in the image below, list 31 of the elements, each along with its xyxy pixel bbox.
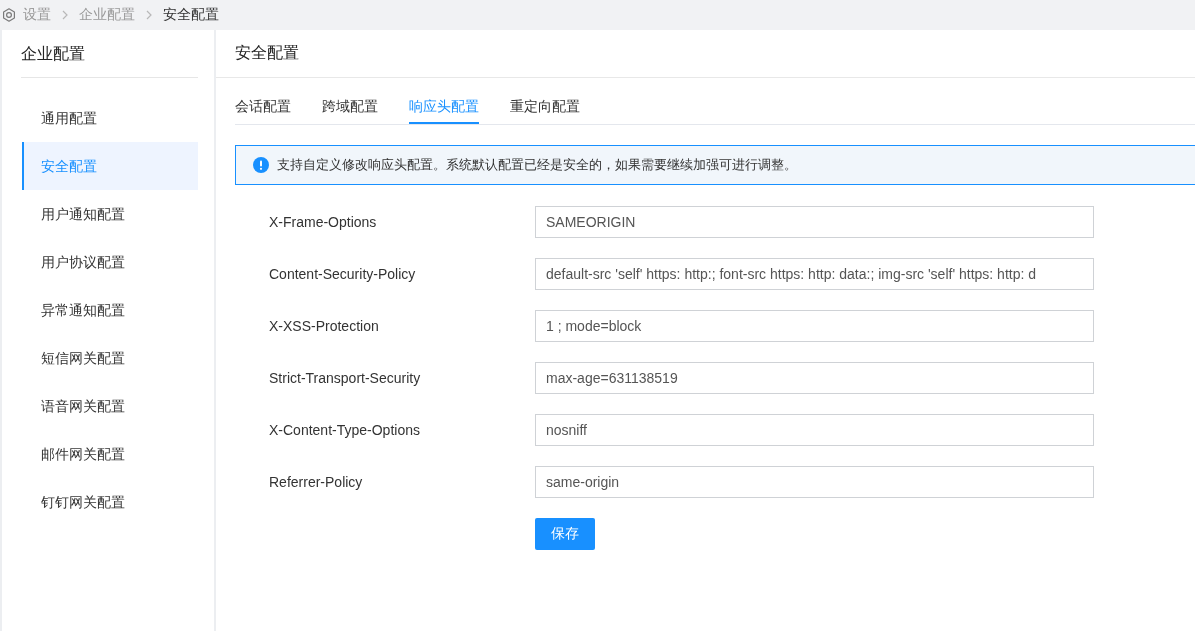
sidebar-item[interactable]: 用户协议配置 — [22, 238, 198, 286]
input-field[interactable]: max-age=631138519 — [535, 362, 1094, 394]
alert-message: 支持自定义修改响应头配置。系统默认配置已经是安全的，如果需要继续加强可进行调整。 — [277, 156, 797, 174]
sidebar-item[interactable]: 邮件网关配置 — [22, 430, 198, 478]
chevron-icon — [62, 10, 68, 20]
input-field[interactable]: nosniff — [535, 414, 1094, 446]
input-field[interactable]: default-src 'self' https: http:; font-src https: http: data:; img-src 'self' https: http: d — [535, 258, 1094, 290]
current-page-label: 安全配置 — [163, 6, 219, 24]
input-field[interactable]: 1 ; mode=block — [535, 310, 1094, 342]
field-label: X-Frame-Options — [269, 214, 378, 230]
field-label: X-Content-Type-Options — [269, 422, 421, 438]
sidebar-item[interactable]: 通用配置 — [22, 94, 198, 142]
tab[interactable]: 跨域配置 — [322, 90, 378, 124]
panel-title: 安全配置 — [235, 43, 299, 63]
info-icon — [253, 157, 269, 173]
field-label: X-XSS-Protection — [269, 318, 380, 334]
field-label: Content-Security-Policy — [269, 266, 417, 282]
input-field[interactable]: SAMEORIGIN — [535, 206, 1094, 238]
settings-icon — [2, 8, 16, 22]
tab[interactable]: 会话配置 — [235, 90, 291, 124]
sidebar-item[interactable]: 异常通知配置 — [22, 286, 198, 334]
sidebar-item[interactable]: 钉钉网关配置 — [22, 478, 198, 526]
sidebar-item[interactable]: 语音网关配置 — [22, 382, 198, 430]
sidebar-item[interactable]: 用户通知配置 — [22, 190, 198, 238]
tab[interactable]: 重定向配置 — [510, 90, 580, 124]
chevron-icon — [146, 10, 152, 20]
sidebar-title: 企业配置 — [21, 30, 198, 78]
field-label: Referrer-Policy — [269, 474, 364, 490]
input-field[interactable]: same-origin — [535, 466, 1094, 498]
field-label: Strict-Transport-Security — [269, 370, 422, 386]
sidebar-item[interactable]: 短信网关配置 — [22, 334, 198, 382]
